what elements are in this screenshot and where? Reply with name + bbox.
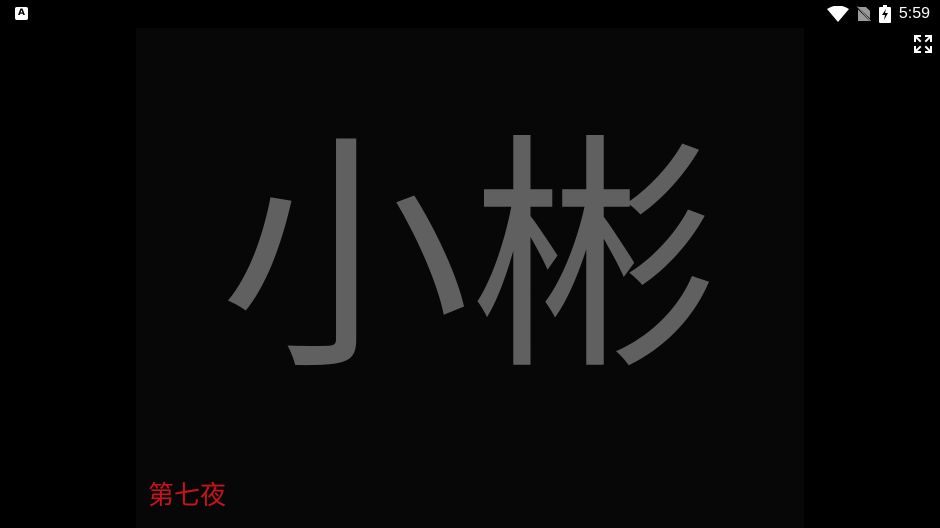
status-icons: 5:59 <box>826 4 930 24</box>
chapter-label: 第七夜 <box>148 481 227 511</box>
no-sim-icon <box>856 6 871 22</box>
fullscreen-button[interactable] <box>913 34 933 54</box>
battery-charging-icon <box>878 5 891 23</box>
fullscreen-expand-icon <box>913 34 933 54</box>
game-panel[interactable]: 小彬 第七夜 <box>136 28 804 528</box>
status-bar: A 5:59 <box>0 0 940 28</box>
status-clock: 5:59 <box>898 5 930 22</box>
game-title: 小彬 <box>220 113 720 404</box>
wifi-icon <box>826 6 849 22</box>
screen: A 5:59 小彬 第七夜 <box>0 0 940 528</box>
app-notification-icon: A <box>15 7 28 20</box>
